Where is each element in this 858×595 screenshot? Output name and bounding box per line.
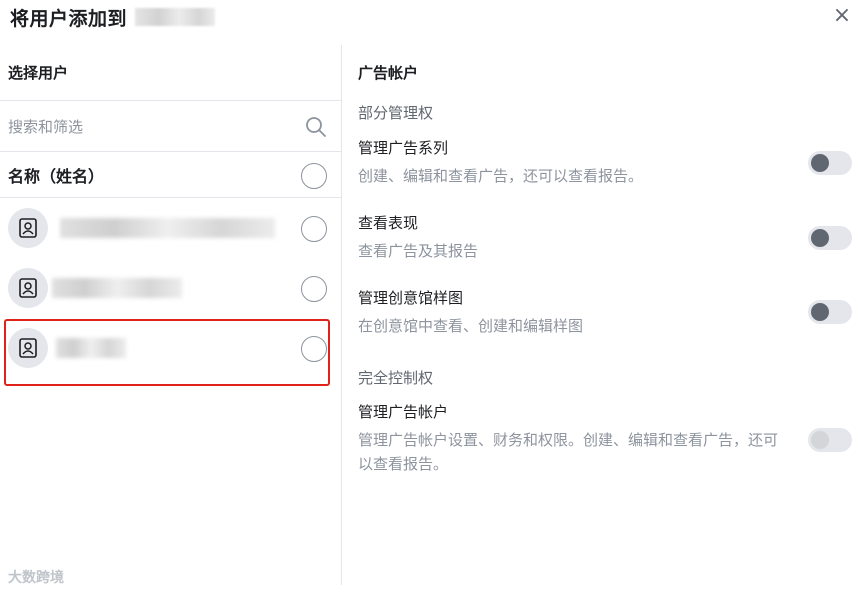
search-input[interactable] — [0, 102, 342, 152]
permission-title: 管理广告帐户 — [358, 403, 449, 421]
toggle-knob — [811, 431, 829, 449]
select-users-heading: 选择用户 — [8, 64, 69, 82]
watermark: 大数跨境 — [8, 570, 64, 586]
redacted-user-name — [52, 278, 182, 298]
highlight-box — [4, 319, 330, 386]
partial-access-section-title: 部分管理权 — [358, 104, 434, 122]
view-performance-toggle[interactable] — [808, 226, 852, 250]
toggle-knob — [811, 229, 829, 247]
user-select-radio[interactable] — [301, 216, 327, 242]
permission-title: 管理广告系列 — [358, 139, 449, 157]
permission-description: 管理广告帐户设置、财务和权限。创建、编辑和查看广告，还可以查看报告。 — [358, 431, 779, 473]
close-icon[interactable]: × — [830, 3, 854, 29]
permissions-panel: 广告帐户 部分管理权 管理广告系列 创建、编辑和查看广告，还可以查看报告。 查看… — [358, 45, 858, 585]
manage-campaigns-toggle[interactable] — [808, 151, 852, 175]
toggle-knob — [811, 154, 829, 172]
divider — [0, 100, 342, 101]
list-item-user-1[interactable] — [0, 198, 342, 258]
user-avatar-icon — [19, 218, 37, 238]
toggle-knob — [811, 303, 829, 321]
permission-description: 创建、编辑和查看广告，还可以查看报告。 — [358, 167, 644, 185]
redacted-user-name — [60, 218, 275, 238]
manage-creative-hub-toggle[interactable] — [808, 300, 852, 324]
permission-description: 在创意馆中查看、创建和编辑样图 — [358, 317, 584, 335]
redacted-account-name — [135, 8, 215, 26]
permission-title: 管理创意馆样图 — [358, 289, 464, 307]
avatar — [8, 268, 48, 308]
avatar — [8, 208, 48, 248]
divider — [0, 151, 342, 152]
select-all-radio[interactable] — [301, 163, 327, 189]
name-column-header: 名称（姓名） — [8, 167, 105, 186]
manage-ad-account-toggle[interactable] — [808, 428, 852, 452]
user-avatar-icon — [19, 278, 37, 298]
search-icon[interactable] — [305, 116, 327, 138]
permission-title: 查看表现 — [358, 214, 419, 232]
user-select-radio[interactable] — [301, 276, 327, 302]
list-item-user-2[interactable] — [0, 258, 342, 318]
permission-description: 查看广告及其报告 — [358, 242, 479, 260]
full-control-section-title: 完全控制权 — [358, 369, 434, 387]
user-select-panel: 选择用户 名称（姓名） — [0, 45, 342, 585]
dialog-title: 将用户添加到 — [10, 8, 128, 30]
ad-account-heading: 广告帐户 — [358, 64, 419, 82]
